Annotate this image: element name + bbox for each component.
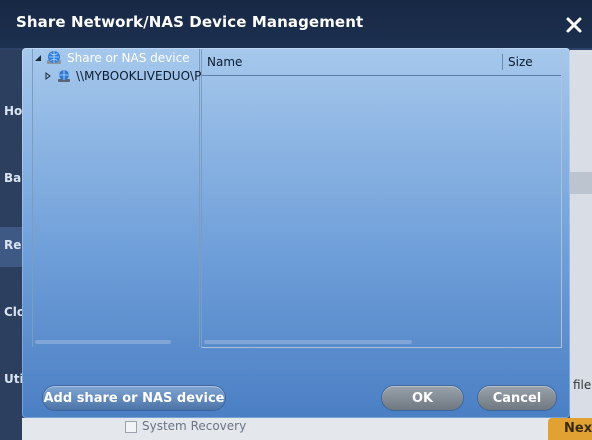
cancel-button[interactable]: Cancel xyxy=(478,386,556,410)
dialog-title: Share Network/NAS Device Management xyxy=(16,13,364,31)
network-share-icon xyxy=(56,68,72,84)
tree-item-mybookliveduo-label[interactable]: \\MYBOOKLIVEDUO\P xyxy=(76,69,201,83)
tree-item-mybookliveduo[interactable]: \\MYBOOKLIVEDUO\P xyxy=(43,68,201,84)
file-list-header: Name Size xyxy=(202,49,561,76)
share-nas-dialog: Share Network/NAS Device Management Shar… xyxy=(0,0,592,440)
expanded-triangle-icon[interactable] xyxy=(33,53,43,63)
list-scrollbar-thumb[interactable] xyxy=(204,340,412,344)
close-icon xyxy=(566,17,582,33)
device-tree[interactable] xyxy=(32,49,200,347)
tree-item-root[interactable]: Share or NAS device xyxy=(33,50,192,66)
network-globe-icon xyxy=(46,50,62,66)
column-header-size[interactable]: Size xyxy=(508,55,533,69)
ok-button[interactable]: OK xyxy=(382,386,463,410)
file-list[interactable]: Name Size xyxy=(201,49,562,348)
tree-horizontal-scrollbar[interactable] xyxy=(33,339,199,345)
collapsed-triangle-icon[interactable] xyxy=(43,71,53,81)
add-share-button[interactable]: Add share or NAS device xyxy=(43,386,225,410)
list-horizontal-scrollbar[interactable] xyxy=(202,339,560,345)
close-button[interactable] xyxy=(563,14,585,36)
column-header-name[interactable]: Name xyxy=(207,55,242,69)
tree-scrollbar-thumb[interactable] xyxy=(35,340,171,344)
column-separator[interactable] xyxy=(502,54,503,70)
tree-item-root-label[interactable]: Share or NAS device xyxy=(65,51,192,65)
